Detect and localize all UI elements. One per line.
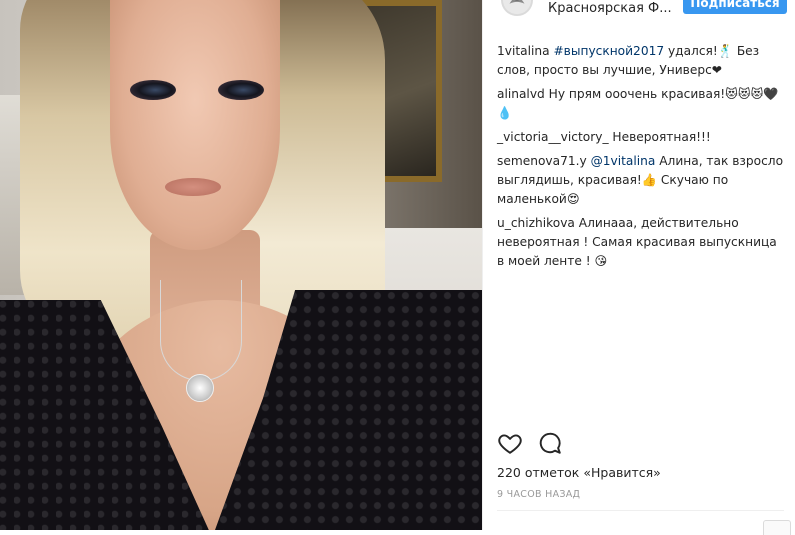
caption: 1vitalina #выпускной2017 удался!🕺 Без сл… <box>497 42 787 80</box>
comment-text: Невероятная!!! <box>612 130 711 144</box>
follow-button[interactable]: Подписаться <box>683 0 787 14</box>
caption-username[interactable]: 1vitalina <box>497 44 550 58</box>
comment-item: _victoria__victory_ Невероятная!!! <box>497 128 787 147</box>
comment-username[interactable]: u_chizhikova <box>497 216 575 230</box>
comment-mention[interactable]: @1vitalina <box>591 154 656 168</box>
avatar-emblem-icon <box>502 0 532 15</box>
comment-username[interactable]: semenova71.y <box>497 154 587 168</box>
comment-username[interactable]: alinalvd <box>497 87 545 101</box>
comment-username[interactable]: _victoria__victory_ <box>497 130 609 144</box>
divider <box>497 510 784 511</box>
comment-item: semenova71.y @1vitalina Алина, так взрос… <box>497 152 787 209</box>
necklace-pendant <box>186 374 214 402</box>
more-options-button[interactable] <box>763 520 791 535</box>
account-avatar[interactable] <box>501 0 533 16</box>
necklace-chain <box>160 280 242 381</box>
likes-count[interactable]: 220 отметок «Нравится» <box>497 465 661 480</box>
face <box>110 0 280 250</box>
caption-hashtag[interactable]: #выпускной2017 <box>553 44 664 58</box>
post-header: Красноярская Ф... Подписаться <box>483 0 795 20</box>
eye <box>218 80 264 100</box>
post-sidebar: Красноярская Ф... Подписаться 1vitalina … <box>482 0 795 535</box>
heart-icon[interactable] <box>497 430 523 456</box>
post-photo[interactable] <box>0 0 482 530</box>
post-time[interactable]: 9 ЧАСОВ НАЗАД <box>497 489 580 500</box>
eye <box>130 80 176 100</box>
comment-item: u_chizhikova Алинааа, действительно неве… <box>497 214 787 271</box>
comments-list: 1vitalina #выпускной2017 удался!🕺 Без сл… <box>497 42 787 276</box>
lips <box>165 178 221 196</box>
account-name[interactable]: Красноярская Ф... <box>548 1 672 16</box>
comment-icon[interactable] <box>537 430 563 456</box>
post-actions <box>497 430 787 460</box>
comment-item: alinalvd Ну прям ооочень красивая!😻😻😻🖤💧 <box>497 85 787 123</box>
